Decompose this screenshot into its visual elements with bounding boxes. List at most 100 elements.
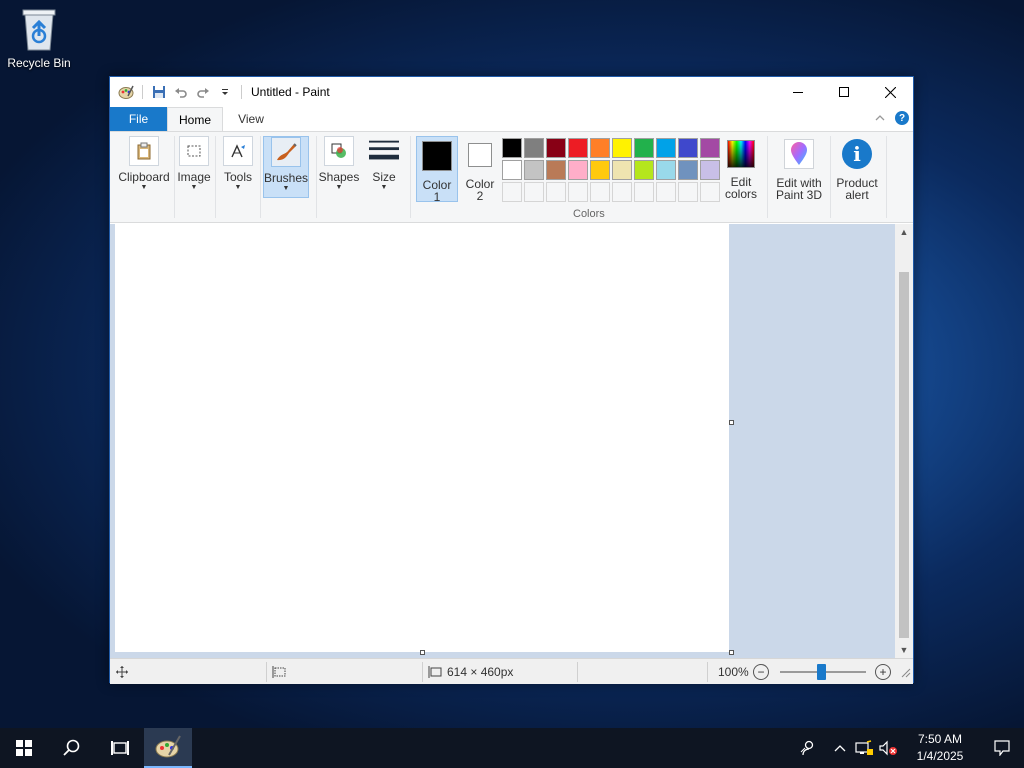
network-icon[interactable]: [852, 728, 876, 768]
volume-muted-icon[interactable]: [876, 728, 900, 768]
close-button[interactable]: [867, 77, 913, 107]
palette-swatch-row2-2[interactable]: [524, 160, 544, 180]
zoom-level: 100%: [718, 665, 749, 679]
palette-swatch-row3-2[interactable]: [524, 182, 544, 202]
product-alert-button[interactable]: i Product alert: [834, 136, 880, 202]
palette-swatch-row2-9[interactable]: [678, 160, 698, 180]
scroll-thumb[interactable]: [899, 272, 909, 638]
palette-swatch-row1-7[interactable]: [634, 138, 654, 158]
resize-handle-bottom[interactable]: [420, 650, 425, 655]
title-bar: Untitled - Paint: [110, 77, 913, 107]
palette-swatch-row1-5[interactable]: [590, 138, 610, 158]
palette-swatch-row3-7[interactable]: [634, 182, 654, 202]
people-icon[interactable]: [788, 728, 828, 768]
minimize-ribbon-icon[interactable]: [875, 111, 885, 125]
paint3d-icon: [784, 139, 814, 169]
start-button[interactable]: [0, 728, 48, 768]
edit-colors-button[interactable]: Edit colors: [722, 136, 760, 202]
zoom-slider-thumb[interactable]: [817, 664, 826, 680]
tools-button[interactable]: Tools ▼: [220, 136, 256, 192]
status-divider: [577, 662, 578, 682]
clock-time: 7:50 AM: [917, 732, 963, 746]
clipboard-button[interactable]: Clipboard ▼: [116, 136, 172, 192]
palette-swatch-row3-6[interactable]: [612, 182, 632, 202]
zoom-out-icon[interactable]: −: [753, 664, 769, 680]
palette-swatch-row3-1[interactable]: [502, 182, 522, 202]
paint-app-icon[interactable]: [117, 83, 135, 101]
group-separator: [767, 136, 768, 218]
palette-swatch-row1-3[interactable]: [546, 138, 566, 158]
clipboard-label: Clipboard: [118, 170, 170, 184]
customize-quick-access-icon[interactable]: [216, 83, 234, 101]
palette-swatch-row1-10[interactable]: [700, 138, 720, 158]
size-button[interactable]: Size ▼: [364, 136, 404, 192]
palette-swatch-row1-1[interactable]: [502, 138, 522, 158]
tools-label: Tools: [223, 170, 252, 184]
help-icon[interactable]: ?: [895, 111, 909, 125]
palette-swatch-row3-8[interactable]: [656, 182, 676, 202]
save-icon[interactable]: [150, 83, 168, 101]
resize-grip-icon[interactable]: [899, 659, 911, 685]
scroll-up-icon[interactable]: ▲: [895, 224, 913, 240]
group-separator: [410, 136, 411, 218]
tab-file[interactable]: File: [110, 107, 167, 131]
minimize-button[interactable]: [775, 77, 821, 107]
edit-colors-line2: colors: [724, 187, 757, 201]
group-separator: [886, 136, 887, 218]
resize-handle-right[interactable]: [729, 420, 734, 425]
tab-home[interactable]: Home: [167, 107, 223, 131]
palette-swatch-row2-7[interactable]: [634, 160, 654, 180]
shapes-button[interactable]: Shapes ▼: [318, 136, 360, 192]
canvas-size-icon: [428, 659, 442, 685]
color2-button[interactable]: Color 2: [460, 136, 500, 202]
window-controls: [775, 77, 913, 107]
palette-swatch-row3-4[interactable]: [568, 182, 588, 202]
palette-swatch-row1-9[interactable]: [678, 138, 698, 158]
palette-swatch-row1-6[interactable]: [612, 138, 632, 158]
palette-swatch-row2-5[interactable]: [590, 160, 610, 180]
palette-swatch-row2-1[interactable]: [502, 160, 522, 180]
maximize-button[interactable]: [821, 77, 867, 107]
chevron-down-icon: ▼: [234, 184, 242, 191]
show-hidden-icons-icon[interactable]: [828, 728, 852, 768]
color-palette: [502, 138, 720, 202]
palette-swatch-row3-10[interactable]: [700, 182, 720, 202]
edit-paint3d-line2: Paint 3D: [775, 188, 823, 202]
palette-swatch-row2-8[interactable]: [656, 160, 676, 180]
palette-swatch-row2-10[interactable]: [700, 160, 720, 180]
edit-with-paint3d-button[interactable]: Edit with Paint 3D: [772, 136, 826, 202]
group-separator: [830, 136, 831, 218]
zoom-in-icon[interactable]: +: [875, 664, 891, 680]
palette-swatch-row3-9[interactable]: [678, 182, 698, 202]
brushes-button[interactable]: Brushes ▼: [263, 136, 309, 198]
palette-swatch-row3-3[interactable]: [546, 182, 566, 202]
recycle-bin-desktop-icon[interactable]: Recycle Bin: [4, 6, 74, 70]
ribbon-home: Clipboard ▼ Image ▼ Tools ▼ Brushes ▼ Sh…: [110, 131, 913, 223]
select-icon: [179, 136, 209, 166]
image-button[interactable]: Image ▼: [176, 136, 212, 192]
palette-swatch-row2-6[interactable]: [612, 160, 632, 180]
search-icon: [63, 739, 80, 756]
resize-handle-corner[interactable]: [729, 650, 734, 655]
task-view-button[interactable]: [96, 728, 144, 768]
tab-view[interactable]: View: [223, 107, 279, 131]
taskbar-paint-app[interactable]: [144, 728, 192, 768]
palette-swatch-row2-3[interactable]: [546, 160, 566, 180]
shapes-icon: [324, 136, 354, 166]
action-center-icon[interactable]: [980, 728, 1024, 768]
palette-swatch-row1-8[interactable]: [656, 138, 676, 158]
clock[interactable]: 7:50 AM 1/4/2025: [900, 731, 980, 765]
drawing-canvas[interactable]: [115, 224, 729, 652]
palette-swatch-row2-4[interactable]: [568, 160, 588, 180]
undo-icon[interactable]: [172, 83, 190, 101]
palette-swatch-row1-4[interactable]: [568, 138, 588, 158]
product-alert-line2: alert: [845, 188, 869, 202]
palette-swatch-row3-5[interactable]: [590, 182, 610, 202]
vertical-scrollbar[interactable]: ▲ ▼: [895, 224, 913, 658]
color1-button[interactable]: Color 1: [416, 136, 458, 203]
image-label: Image: [177, 170, 211, 184]
redo-icon[interactable]: [194, 83, 212, 101]
palette-swatch-row1-2[interactable]: [524, 138, 544, 158]
scroll-down-icon[interactable]: ▼: [895, 642, 913, 658]
search-button[interactable]: [48, 728, 96, 768]
